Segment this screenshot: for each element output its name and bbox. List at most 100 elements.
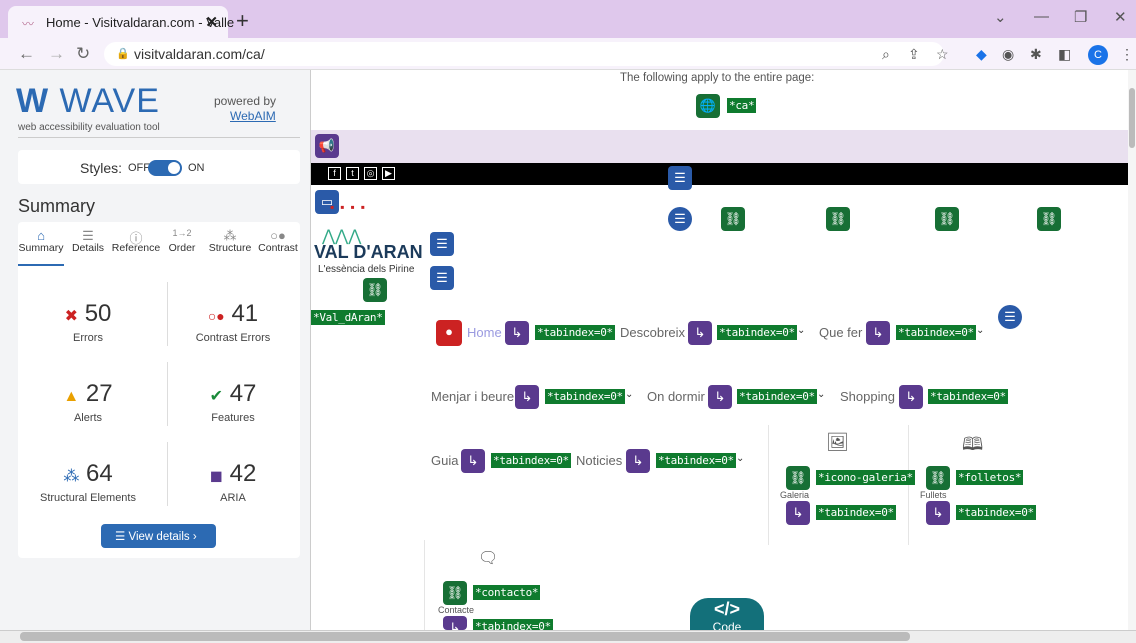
link-icon[interactable]: ⛓ (935, 207, 959, 231)
instagram-icon[interactable]: ◎ (364, 167, 377, 180)
wave-subtitle: web accessibility evaluation tool (18, 122, 160, 133)
styles-toggle[interactable] (148, 160, 182, 176)
chevron-down-icon[interactable]: ⌄ (736, 453, 744, 464)
extensions-puzzle-icon[interactable]: ✱ (1030, 46, 1042, 63)
new-tab-icon[interactable]: + (236, 8, 249, 34)
stat-contrast[interactable]: ○● 41 Contrast Errors (168, 300, 298, 344)
chevron-down-icon[interactable]: ⌄ (625, 389, 633, 400)
link-icon[interactable]: ⛓ (721, 207, 745, 231)
list-icon[interactable]: ☰ (668, 207, 692, 231)
horizontal-scroll-thumb[interactable] (20, 632, 910, 641)
heading-structure-icon[interactable]: ☰ (430, 232, 454, 256)
list-structure-icon[interactable]: ☰ (668, 166, 692, 190)
forward-icon[interactable]: → (48, 44, 65, 64)
chevron-down-icon[interactable]: ⌄ (817, 389, 825, 400)
tabindex-icon[interactable]: ↳ (515, 385, 539, 409)
tab-order[interactable]: 1→2 Order (164, 222, 200, 266)
stat-aria[interactable]: ◼ 42 ARIA (168, 460, 298, 504)
galeria-label[interactable]: Galeria (780, 490, 809, 500)
stat-features[interactable]: ✔ 47 Features (168, 380, 298, 424)
tab-summary[interactable]: ⌂ Summary (18, 222, 64, 266)
link-icon[interactable]: ⛓ (363, 278, 387, 302)
language-icon[interactable]: 🌐 (696, 94, 720, 118)
nav-dormir[interactable]: On dormir (647, 389, 705, 404)
brochure-icon[interactable]: 🕮 (962, 432, 983, 462)
tabindex-icon[interactable]: ↳ (626, 449, 650, 473)
code-toggle-button[interactable]: </> Code (690, 598, 764, 634)
folletos-label[interactable]: Fullets (920, 490, 947, 500)
webaim-link[interactable]: WebAIM (230, 109, 276, 123)
tab-details[interactable]: ☰ Details (68, 222, 108, 266)
error-icon[interactable]: ● (436, 320, 462, 346)
side-panel-icon[interactable]: ◧ (1058, 46, 1071, 63)
list-icon[interactable]: ☰ (998, 305, 1022, 329)
link-icon[interactable]: ⛓ (786, 466, 810, 490)
vertical-scrollbar[interactable] (1128, 70, 1136, 630)
chevron-down-icon[interactable]: ⌄ (797, 325, 805, 336)
tab-contrast[interactable]: ○● Contrast (256, 222, 300, 266)
chevron-down-icon[interactable]: ⌄ (976, 325, 984, 336)
tabindex-icon[interactable]: ↳ (443, 616, 467, 630)
twitter-icon[interactable]: t (346, 167, 359, 180)
folletos-tag: *folletos* (956, 470, 1024, 485)
url-text[interactable]: visitvaldaran.com/ca/ (134, 46, 265, 62)
youtube-icon[interactable]: ▶ (382, 167, 395, 180)
link-icon[interactable]: ⛓ (926, 466, 950, 490)
back-icon[interactable]: ← (18, 44, 35, 64)
profile-avatar[interactable]: C (1088, 45, 1108, 65)
zoom-icon[interactable]: ⌕ (882, 46, 890, 63)
site-logo-text[interactable]: VAL D'ARAN (314, 242, 423, 263)
minimize-icon[interactable]: — (1034, 8, 1049, 25)
stat-alerts[interactable]: ▲ 27 Alerts (23, 380, 153, 424)
tabindex-icon[interactable]: ↳ (688, 321, 712, 345)
tabindex-icon[interactable]: ↳ (708, 385, 732, 409)
maximize-icon[interactable]: ❐ (1074, 8, 1087, 26)
link-icon[interactable]: ⛓ (443, 581, 467, 605)
contacte-label[interactable]: Contacte (438, 605, 474, 615)
nav-shopping[interactable]: Shopping (840, 389, 895, 404)
tab-structure[interactable]: ⁂ Structure (204, 222, 256, 266)
tabindex-icon[interactable]: ↳ (866, 321, 890, 345)
heading-structure-icon[interactable]: ☰ (430, 266, 454, 290)
nav-guia[interactable]: Guia (431, 453, 458, 468)
bookmark-star-icon[interactable]: ☆ (936, 46, 949, 63)
menu-kebab-icon[interactable]: ⋮ (1120, 46, 1134, 63)
tabindex-icon[interactable]: ↳ (461, 449, 485, 473)
nav-noticies[interactable]: Noticies (576, 453, 622, 468)
view-details-button[interactable]: ☰ View details › (101, 524, 216, 548)
tabindex-icon[interactable]: ↳ (786, 501, 810, 525)
social-bar (311, 163, 1131, 185)
extension-1-icon[interactable]: ◆ (976, 46, 987, 63)
error-icon: ✖ (64, 308, 79, 325)
megaphone-icon[interactable]: 📢 (315, 134, 339, 158)
tab-reference[interactable]: ⓘ Reference (110, 222, 162, 266)
nav-menjar[interactable]: Menjar i beure (431, 389, 514, 404)
errors-label: Errors (73, 332, 103, 344)
tabindex-icon[interactable]: ↳ (899, 385, 923, 409)
tab-search-icon[interactable]: ⌄ (994, 8, 1007, 26)
close-window-icon[interactable]: ✕ (1114, 8, 1127, 26)
link-icon[interactable]: ⛓ (826, 207, 850, 231)
reload-icon[interactable]: ↻ (76, 44, 90, 64)
contact-chat-icon[interactable]: 🗨 (478, 548, 498, 568)
stat-errors[interactable]: ✖ 50 Errors (23, 300, 153, 344)
facebook-icon[interactable]: f (328, 167, 341, 180)
gallery-image-icon[interactable]: 🖼 (826, 432, 849, 453)
share-icon[interactable]: ⇪ (908, 46, 920, 63)
nav-descobreix[interactable]: Descobreix (620, 325, 685, 340)
browser-tab[interactable]: 〰 Home - Visitvaldaran.com - Valle ✕ (8, 6, 234, 38)
site-favicon-icon: 〰 (22, 17, 35, 31)
tab-label: Summary (18, 242, 64, 254)
nav-home[interactable]: Home (467, 325, 502, 340)
wave-extension-icon[interactable]: ◉ (1002, 46, 1014, 63)
stat-structural[interactable]: ⁂ 64 Structural Elements (23, 460, 153, 504)
tabindex-icon[interactable]: ↳ (505, 321, 529, 345)
link-icon[interactable]: ⛓ (1037, 207, 1061, 231)
tabindex-icon[interactable]: ↳ (926, 501, 950, 525)
error-markers-icon[interactable]: ▪▪▪▪ (330, 200, 371, 214)
close-tab-icon[interactable]: ✕ (205, 13, 218, 31)
top-banner (311, 130, 1131, 163)
vertical-scroll-thumb[interactable] (1129, 88, 1135, 148)
lock-icon[interactable]: 🔒 (116, 47, 130, 60)
nav-que-fer[interactable]: Que fer (819, 325, 862, 340)
